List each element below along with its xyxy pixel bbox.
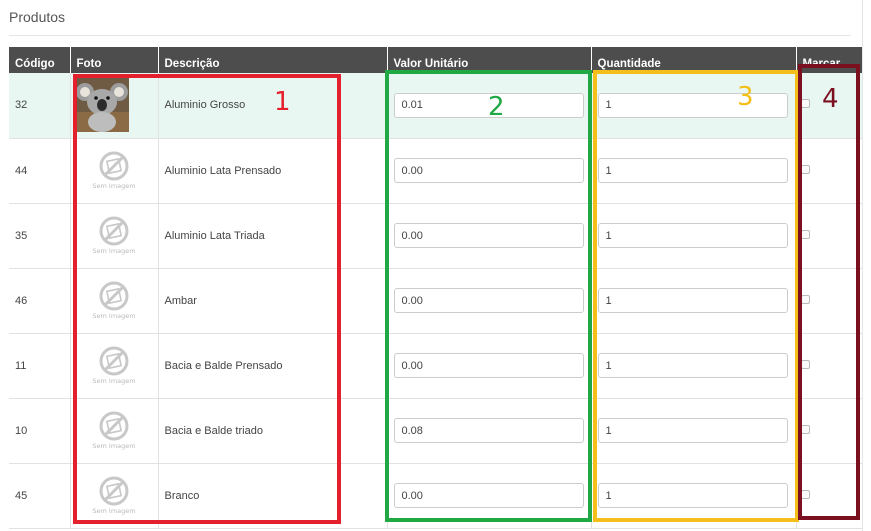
title-divider — [9, 35, 851, 36]
annotation-box-4 — [798, 64, 860, 520]
cell-codigo: 44 — [9, 138, 71, 204]
cell-codigo: 11 — [9, 333, 71, 399]
annotation-box-2 — [385, 70, 592, 522]
header-codigo[interactable]: Código — [9, 47, 71, 73]
annotation-box-3 — [593, 70, 799, 522]
panel-title: Produtos — [9, 9, 66, 25]
annotation-label-4: 4 — [822, 84, 839, 114]
header-descricao[interactable]: Descrição — [158, 47, 388, 73]
cell-codigo: 32 — [9, 73, 71, 139]
cell-codigo: 35 — [9, 203, 71, 269]
cell-codigo: 10 — [9, 398, 71, 464]
panel-right-border — [862, 0, 863, 531]
annotation-label-3: 3 — [737, 82, 754, 112]
header-foto[interactable]: Foto — [70, 47, 159, 73]
annotation-label-2: 2 — [488, 92, 505, 122]
annotation-box-1 — [73, 74, 341, 524]
annotation-label-1: 1 — [274, 87, 291, 117]
cell-codigo: 46 — [9, 268, 71, 334]
cell-codigo: 45 — [9, 463, 71, 529]
